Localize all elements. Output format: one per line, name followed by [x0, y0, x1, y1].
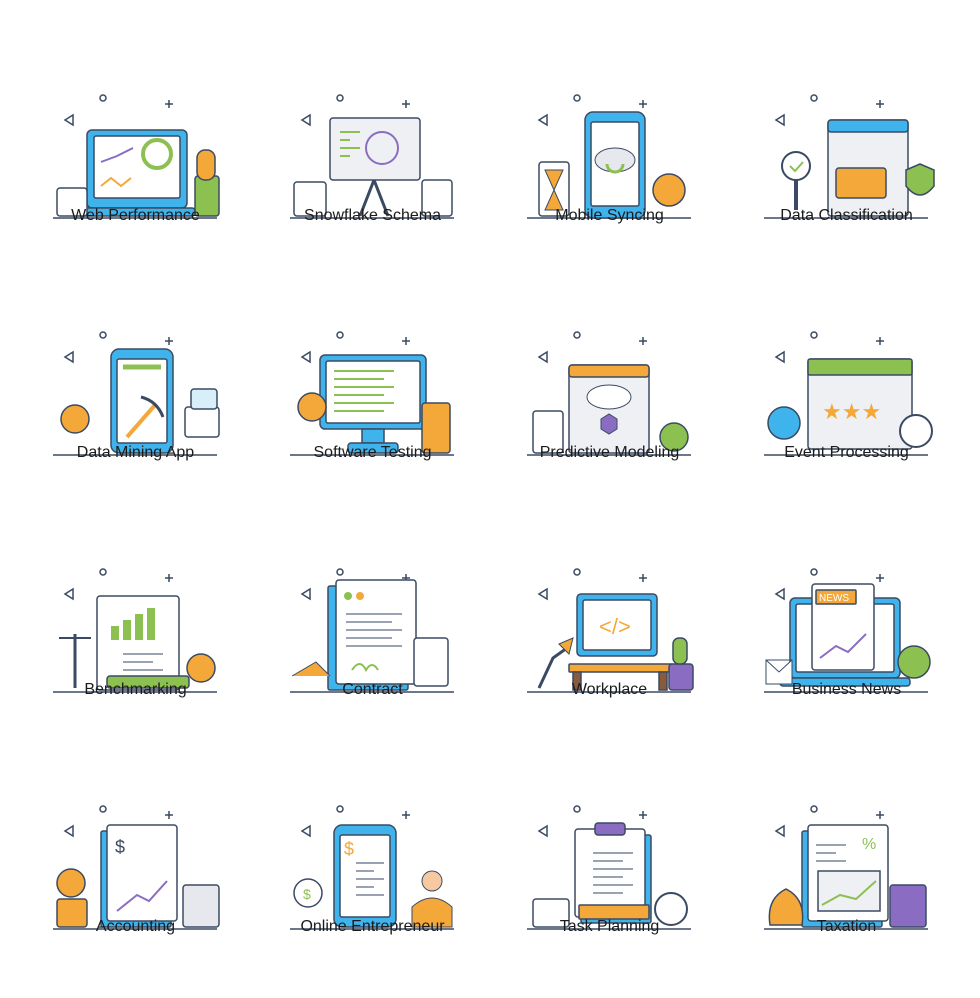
icon-label: Benchmarking: [84, 681, 187, 698]
icon-tile: $ $ Online Entrepreneur: [254, 761, 491, 998]
icon-label: Predictive Modeling: [539, 444, 680, 461]
icon-label: Task Planning: [559, 918, 660, 935]
icon-label: Workplace: [571, 681, 648, 698]
icon-tile: Snowflake Schema: [254, 50, 491, 287]
svg-text:%: %: [862, 836, 876, 853]
icon-label: Accounting: [95, 918, 176, 935]
svg-text:NEWS: NEWS: [819, 593, 849, 604]
svg-text:★★★: ★★★: [822, 399, 881, 424]
icon-tile: Predictive Modeling: [491, 287, 728, 524]
svg-text:$: $: [115, 837, 125, 857]
icon-tile: Web Performance: [17, 50, 254, 287]
svg-text:$: $: [303, 886, 311, 902]
icon-tile: Benchmarking: [17, 524, 254, 761]
icon-label: Business News: [791, 681, 902, 698]
icon-tile: Contract: [254, 524, 491, 761]
icon-label: Software Testing: [313, 444, 432, 461]
icon-tile: ★★★ Event Processing: [728, 287, 965, 524]
icon-label: Data Classification: [780, 207, 913, 224]
icon-label: Web Performance: [71, 207, 200, 224]
icon-label: Event Processing: [784, 444, 909, 461]
icon-tile: </> Workplace: [491, 524, 728, 761]
icon-tile: Software Testing: [254, 287, 491, 524]
icon-tile: % Taxation: [728, 761, 965, 998]
icon-tile: Task Planning: [491, 761, 728, 998]
icon-tile: NEWS Business News: [728, 524, 965, 761]
icon-tile: Data Mining App: [17, 287, 254, 524]
icon-tile: Mobile Syncing: [491, 50, 728, 287]
svg-text:</>: </>: [599, 614, 631, 639]
icon-label: Online Entrepreneur: [300, 918, 445, 935]
icon-label: Snowflake Schema: [304, 207, 441, 224]
icon-label: Mobile Syncing: [555, 207, 664, 224]
icon-tile: Data Classification: [728, 50, 965, 287]
svg-text:$: $: [344, 839, 354, 859]
icon-label: Taxation: [816, 918, 877, 935]
icon-label: Contract: [342, 681, 403, 698]
icon-tile: $ Accounting: [17, 761, 254, 998]
icon-label: Data Mining App: [76, 444, 195, 461]
